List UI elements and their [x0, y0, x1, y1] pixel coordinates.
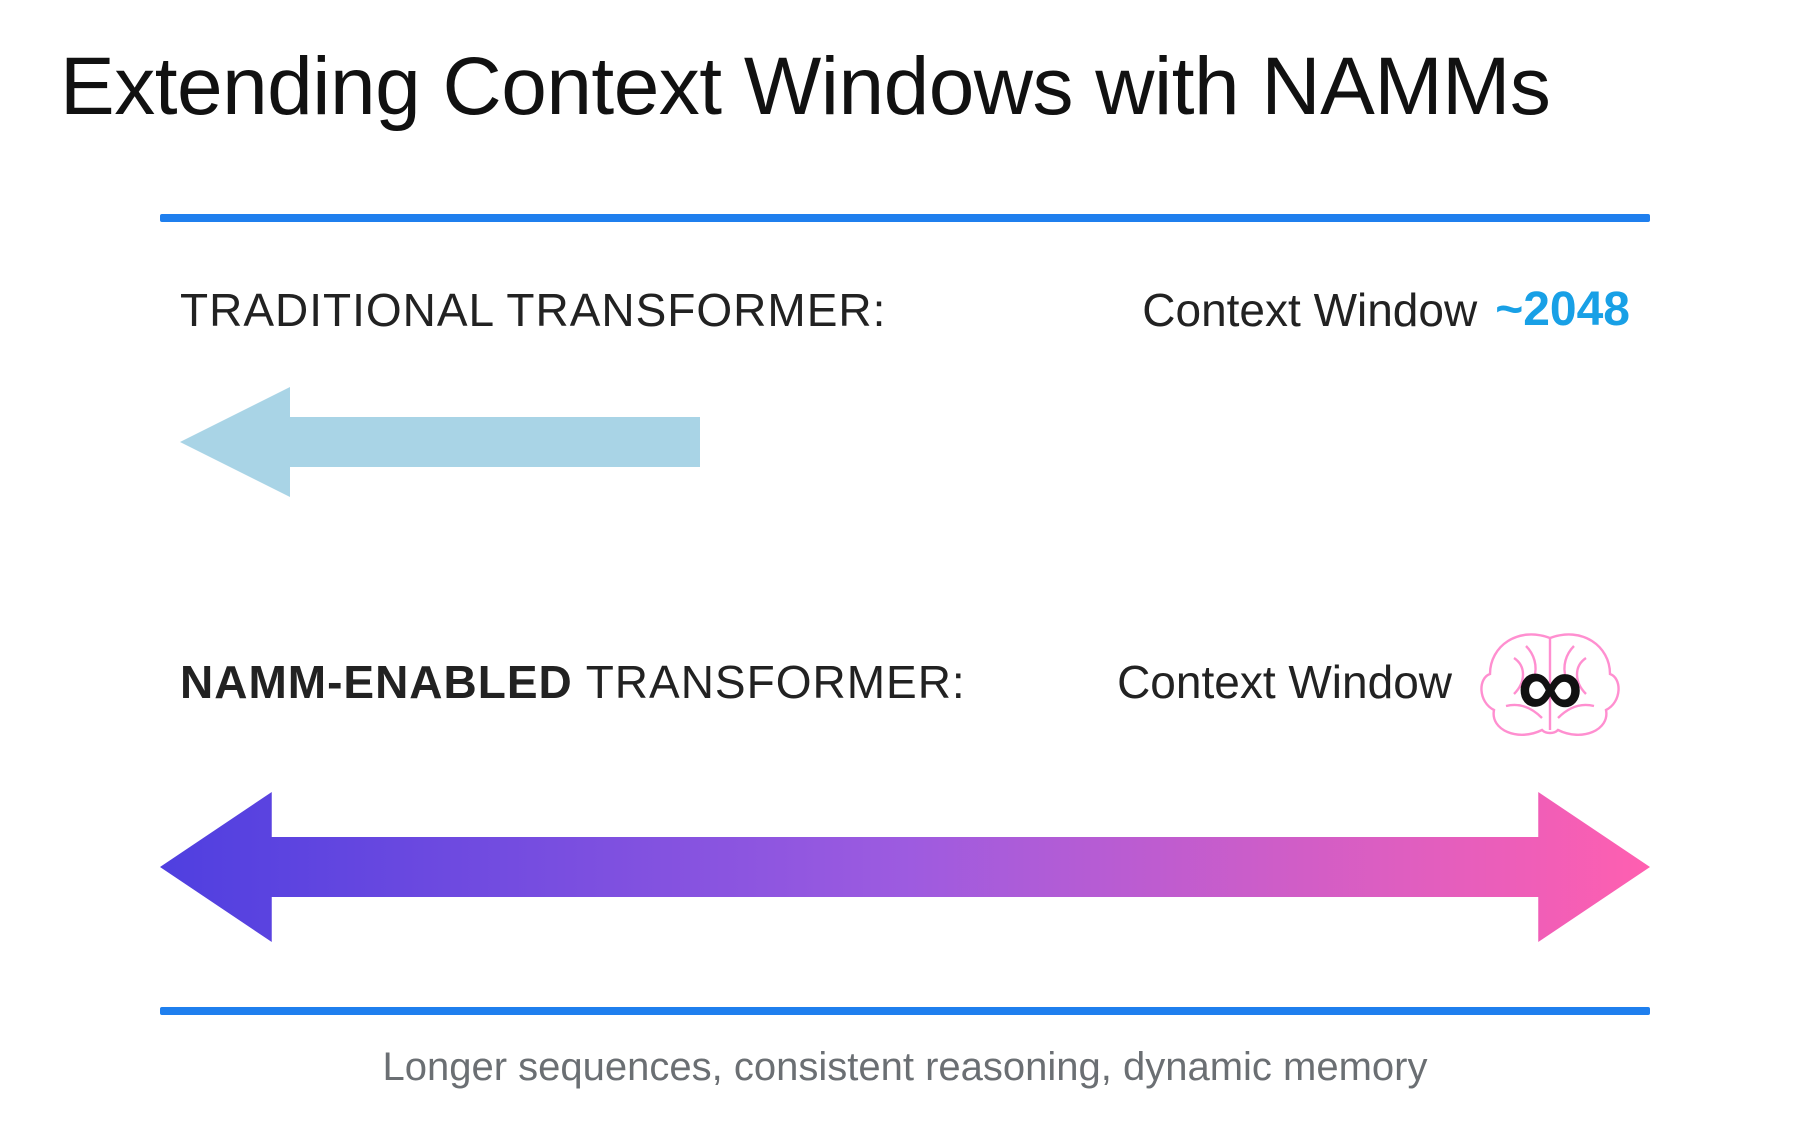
traditional-row: TRADITIONAL TRANSFORMER: Context Window … [180, 282, 1630, 337]
wide-gradient-arrow-icon [160, 792, 1650, 942]
bottom-rule [160, 1007, 1650, 1015]
traditional-context-group: Context Window ~2048 [1142, 282, 1630, 337]
namm-cw-label: Context Window [1117, 655, 1452, 709]
namm-context-group: Context Window [1117, 622, 1630, 742]
namm-section: NAMM-ENABLED TRANSFORMER: Context Window [60, 622, 1750, 742]
namm-label-bold: NAMM-ENABLED [180, 656, 573, 708]
brain-infinity-icon: ∞ [1470, 622, 1630, 742]
short-left-arrow-icon [180, 387, 700, 497]
traditional-label: TRADITIONAL TRANSFORMER: [180, 283, 886, 337]
traditional-cw-value: ~2048 [1495, 282, 1630, 337]
wide-arrow-wrap [160, 792, 1650, 947]
caption-text: Longer sequences, consistent reasoning, … [60, 1045, 1750, 1090]
slide-title: Extending Context Windows with NAMMs [60, 40, 1750, 134]
slide: Extending Context Windows with NAMMs TRA… [0, 0, 1810, 1144]
traditional-section: TRADITIONAL TRANSFORMER: Context Window … [60, 282, 1750, 502]
namm-label: NAMM-ENABLED TRANSFORMER: [180, 655, 966, 709]
namm-label-rest: TRANSFORMER: [573, 656, 966, 708]
traditional-cw-label: Context Window [1142, 283, 1477, 337]
namm-row: NAMM-ENABLED TRANSFORMER: Context Window [180, 622, 1630, 742]
infinity-icon: ∞ [1517, 640, 1583, 732]
top-rule [160, 214, 1650, 222]
